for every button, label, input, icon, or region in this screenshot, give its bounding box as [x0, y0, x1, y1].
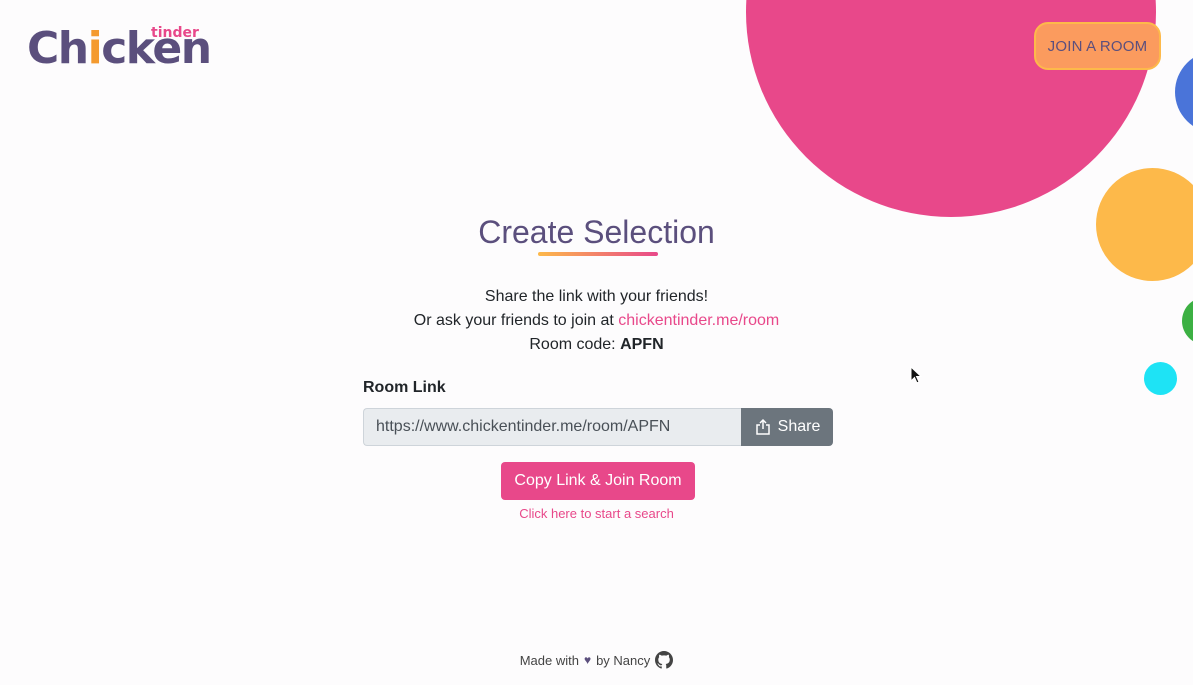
decor-circle-blue: [1175, 51, 1193, 133]
share-instructions: Share the link with your friends!: [484, 288, 709, 305]
footer: Made with ♥ by Nancy: [0, 651, 1193, 669]
join-room-link[interactable]: chickentinder.me/room: [618, 312, 779, 329]
join-instructions: Or ask your friends to join at chickenti…: [413, 312, 780, 329]
share-button[interactable]: Share: [741, 408, 833, 446]
room-link-input[interactable]: [363, 408, 741, 446]
share-icon: [755, 418, 770, 435]
room-link-group: Share: [363, 408, 833, 446]
heart-icon: ♥: [583, 653, 592, 667]
room-link-label: Room Link: [363, 379, 446, 396]
join-room-button[interactable]: JOIN A ROOM: [1034, 22, 1161, 70]
footer-made-with: Made with: [519, 652, 579, 668]
title-underline: [538, 252, 658, 256]
page: Chicken tinder JOIN A ROOM Create Select…: [0, 0, 1193, 685]
decor-circle-cyan: [1144, 362, 1177, 395]
copy-link-join-button[interactable]: Copy Link & Join Room: [501, 462, 695, 500]
footer-author: by Nancy: [596, 652, 651, 668]
mouse-cursor-icon: [910, 366, 922, 384]
logo-subtitle: tinder: [151, 25, 199, 41]
logo[interactable]: Chicken tinder: [27, 23, 227, 76]
github-icon[interactable]: [655, 651, 674, 669]
page-title: Create Selection: [478, 214, 715, 250]
room-code-line: Room code: APFN: [529, 336, 664, 353]
share-label: Share: [777, 418, 821, 435]
drumstick-i: i: [87, 23, 103, 74]
start-search-link[interactable]: Click here to start a search: [0, 506, 1193, 521]
room-code-value: APFN: [620, 336, 664, 353]
